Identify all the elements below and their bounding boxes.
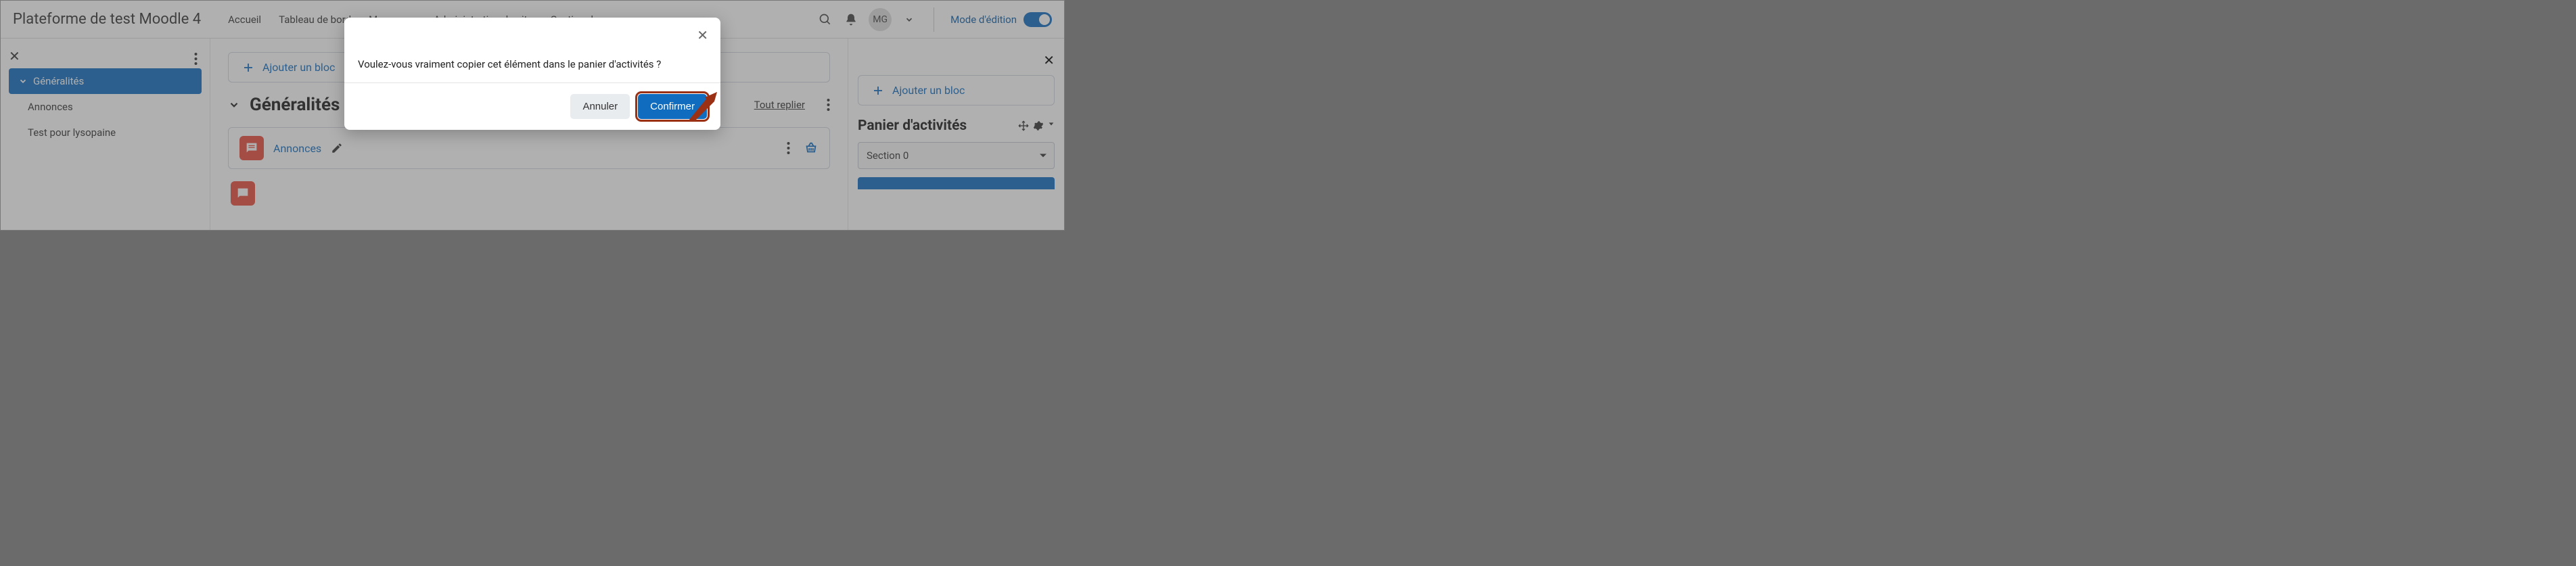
annotation-arrow bbox=[687, 92, 717, 122]
modal-close-icon[interactable]: ✕ bbox=[697, 27, 708, 43]
cancel-button[interactable]: Annuler bbox=[570, 94, 630, 119]
confirm-modal: ✕ Voulez-vous vraiment copier cet élémen… bbox=[344, 18, 720, 130]
modal-message: Voulez-vous vraiment copier cet élément … bbox=[344, 18, 720, 83]
